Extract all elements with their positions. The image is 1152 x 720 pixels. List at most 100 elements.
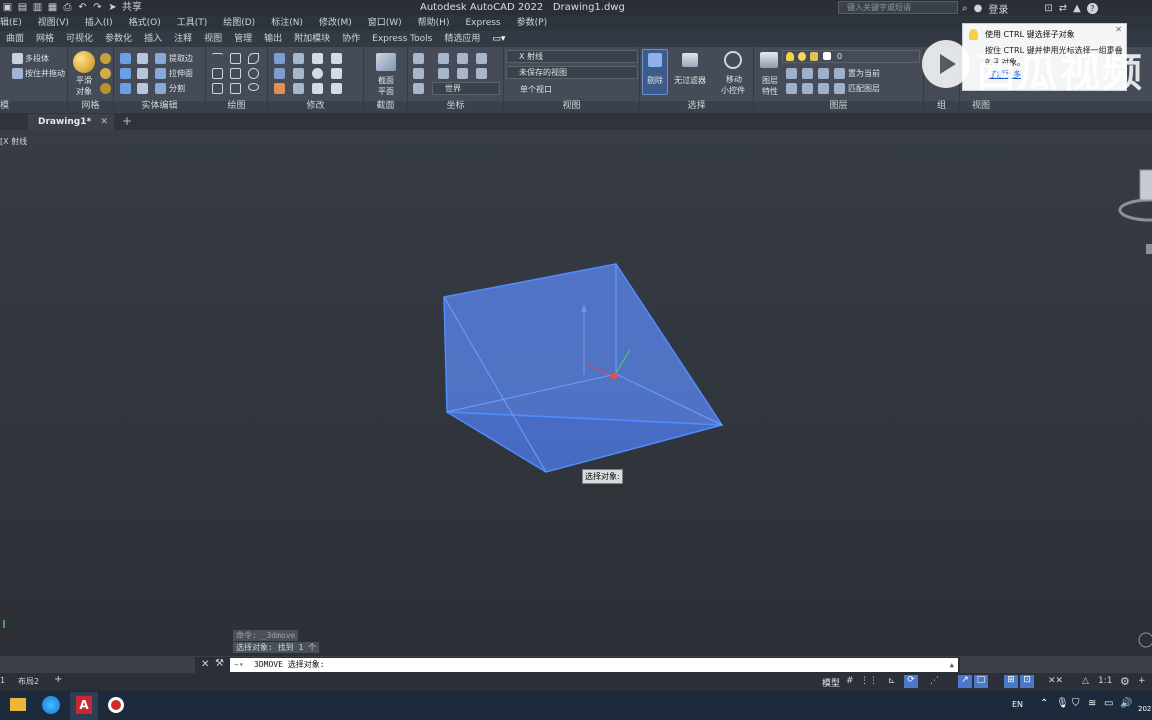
wedge-top-face[interactable] bbox=[443, 263, 724, 426]
menu-item[interactable]: 插入(I) bbox=[77, 15, 121, 31]
rectangle-icon[interactable] bbox=[230, 83, 241, 94]
arc-icon[interactable] bbox=[248, 53, 259, 64]
customize-wrench-icon[interactable]: ⚒ bbox=[215, 658, 224, 669]
offset-icon[interactable] bbox=[293, 83, 304, 94]
tab-express-tools[interactable]: Express Tools bbox=[366, 31, 438, 47]
viewcube-icon[interactable] bbox=[1139, 169, 1152, 201]
menu-item[interactable]: 绘图(D) bbox=[215, 15, 263, 31]
command-history-toggle-icon[interactable]: ▲ bbox=[950, 658, 954, 672]
shield-icon[interactable]: ⛉ bbox=[1072, 698, 1080, 709]
presspull-button[interactable]: 按住并拖动 bbox=[25, 68, 65, 79]
open-icon[interactable]: ▥ bbox=[32, 2, 43, 13]
ucs-x-icon[interactable] bbox=[457, 53, 468, 64]
trim-icon[interactable] bbox=[331, 53, 342, 64]
tab-manage[interactable]: 管理 bbox=[228, 31, 258, 47]
snap-icon[interactable]: ⋮⋮ bbox=[860, 676, 878, 686]
no-filter-button[interactable]: 无过滤器 bbox=[674, 75, 706, 86]
extrude-faces-button[interactable]: 拉伸面 bbox=[169, 68, 193, 79]
user-icon[interactable]: ● bbox=[974, 3, 983, 14]
ribbon-options-icon[interactable]: ▭▾ bbox=[486, 31, 511, 47]
viewport-config-button[interactable]: 单个视口 bbox=[520, 84, 552, 95]
mesh-sphere-icon[interactable] bbox=[100, 53, 111, 64]
add-tab-icon[interactable]: + bbox=[122, 114, 132, 128]
mesh-refine-icon[interactable] bbox=[100, 68, 111, 79]
ucs-y-icon[interactable] bbox=[476, 53, 487, 64]
ellipse-icon[interactable] bbox=[248, 83, 259, 91]
scale-icon[interactable] bbox=[331, 83, 342, 94]
layer-tool-4-icon[interactable] bbox=[786, 83, 797, 94]
search-icon[interactable]: ⌕ bbox=[962, 3, 968, 14]
mesh-crease-icon[interactable] bbox=[100, 83, 111, 94]
separate-button[interactable]: 分割 bbox=[169, 83, 185, 94]
panel-label[interactable]: 实体编辑 bbox=[114, 101, 205, 112]
panel-label[interactable]: 网格 bbox=[68, 101, 113, 112]
ucs-icon[interactable] bbox=[413, 53, 424, 64]
tab-mesh[interactable]: 网格 bbox=[30, 31, 60, 47]
tab-collaborate[interactable]: 协作 bbox=[336, 31, 366, 47]
annotation-scale-icon[interactable]: ✕✕ bbox=[1048, 676, 1063, 686]
viewcube-ring[interactable] bbox=[1118, 198, 1152, 222]
object-snap-tracking-icon[interactable]: ↗ bbox=[958, 675, 972, 688]
recorder-icon[interactable] bbox=[108, 697, 124, 713]
command-input[interactable]: ⌁▾ 3DMOVE 选择对象: ▲ bbox=[230, 658, 958, 672]
exchange-icon[interactable]: ⇄ bbox=[1059, 3, 1067, 14]
tab-featured-apps[interactable]: 精选应用 bbox=[438, 31, 486, 47]
autodesk-icon[interactable]: ▲ bbox=[1073, 3, 1081, 14]
ucs-origin-icon[interactable] bbox=[438, 68, 449, 79]
set-current-button[interactable]: 置为当前 bbox=[848, 68, 880, 79]
panel-label[interactable]: 截面 bbox=[364, 101, 407, 112]
slice-icon[interactable] bbox=[137, 53, 148, 64]
fillet-icon[interactable] bbox=[331, 68, 342, 79]
menu-item[interactable]: 格式(O) bbox=[121, 15, 169, 31]
extract-edges-button[interactable]: 提取边 bbox=[169, 53, 193, 64]
layout-tab-layout2[interactable]: 布局2 bbox=[18, 676, 39, 687]
section-plane-label-1[interactable]: 截面 bbox=[378, 75, 394, 86]
help-icon[interactable]: ? bbox=[1086, 3, 1098, 14]
union-icon[interactable] bbox=[120, 53, 131, 64]
intersect-icon[interactable] bbox=[120, 83, 131, 94]
layer-select[interactable]: 0 bbox=[782, 50, 920, 63]
saveas-icon[interactable]: ▤ bbox=[17, 2, 28, 13]
rotate-icon[interactable] bbox=[293, 68, 304, 79]
layer-tool-2-icon[interactable] bbox=[802, 68, 813, 79]
menu-item[interactable]: 帮助(H) bbox=[410, 15, 458, 31]
menu-item[interactable]: 窗口(W) bbox=[360, 15, 410, 31]
panel-label[interactable]: 模 bbox=[0, 101, 67, 112]
ucs-face-icon[interactable] bbox=[413, 68, 424, 79]
erase-icon[interactable] bbox=[274, 83, 285, 94]
microphone-icon[interactable]: 🎙 bbox=[1056, 698, 1069, 709]
panel-label[interactable]: 选择 bbox=[640, 101, 753, 112]
isodraft-icon[interactable]: ⋰ bbox=[930, 676, 939, 686]
close-command-icon[interactable]: ✕ bbox=[201, 659, 209, 670]
layer-tool-6-icon[interactable] bbox=[818, 83, 829, 94]
panel-label[interactable]: 坐标 bbox=[408, 101, 503, 112]
interfere-icon[interactable] bbox=[137, 68, 148, 79]
match-layer-button[interactable]: 匹配图层 bbox=[848, 83, 880, 94]
tab-parametric[interactable]: 参数化 bbox=[99, 31, 138, 47]
print-icon[interactable]: ⎙ bbox=[62, 2, 73, 13]
layer-tool-5-icon[interactable] bbox=[802, 83, 813, 94]
menu-item[interactable]: 参数(P) bbox=[509, 15, 555, 31]
layout-tab-model[interactable]: 1 bbox=[0, 676, 5, 685]
panel-label[interactable]: 视图 bbox=[960, 101, 1152, 112]
ucs-named-icon[interactable] bbox=[413, 83, 424, 94]
move-icon[interactable] bbox=[312, 53, 323, 64]
network-icon[interactable]: ▭ bbox=[1104, 698, 1113, 709]
annotation-scale-select[interactable]: 1:1 bbox=[1098, 676, 1112, 686]
mirror-icon[interactable] bbox=[274, 53, 285, 64]
ucs-world-select[interactable]: 世界 bbox=[432, 82, 500, 95]
move-gizmo-label-2[interactable]: 小控件 bbox=[721, 85, 745, 96]
language-indicator[interactable]: EN bbox=[1012, 700, 1023, 709]
tab-surface[interactable]: 曲面 bbox=[0, 31, 30, 47]
layer-properties-label-2[interactable]: 特性 bbox=[762, 86, 778, 97]
object-snap-icon[interactable]: □ bbox=[974, 675, 988, 688]
align-icon[interactable] bbox=[312, 83, 323, 94]
selection-cycling-icon[interactable]: ⊡ bbox=[1020, 675, 1034, 688]
ucs-world-icon[interactable] bbox=[438, 53, 449, 64]
menu-item[interactable]: 修改(M) bbox=[311, 15, 360, 31]
menu-item[interactable]: 工具(T) bbox=[169, 15, 216, 31]
cart-icon[interactable]: ⊡ bbox=[1044, 3, 1052, 14]
tray-chevron-icon[interactable]: ⌃ bbox=[1040, 698, 1048, 709]
copy-icon[interactable] bbox=[274, 68, 285, 79]
workspace-gear-icon[interactable]: ⚙ bbox=[1120, 675, 1130, 688]
